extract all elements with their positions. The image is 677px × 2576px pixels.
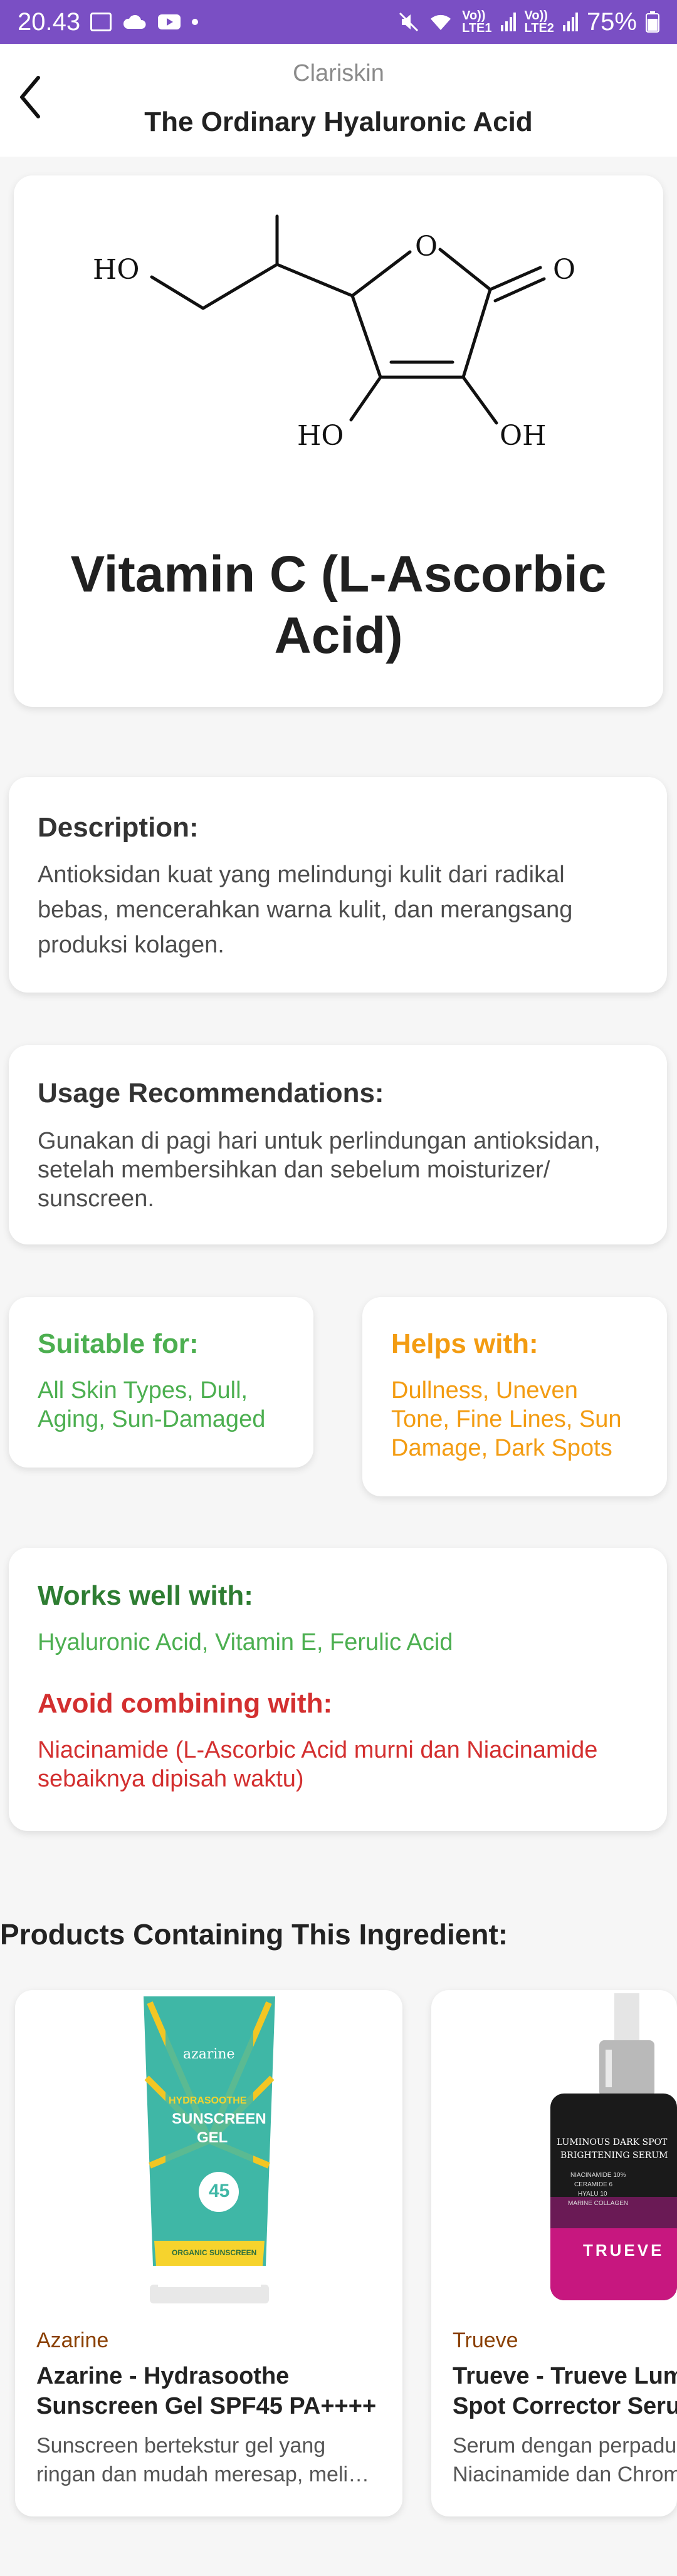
product-brand: Azarine <box>36 2328 109 2352</box>
serum-ing2: CERAMIDE 6 <box>574 2181 613 2188</box>
description-heading: Description: <box>38 812 199 843</box>
helps-card: Helps with: Dullness, Uneven Tone, Fine … <box>362 1297 667 1496</box>
serum-ing4: MARINE COLLAGEN <box>568 2200 629 2207</box>
tube-line1: HYDRASOOTHE <box>169 2095 247 2106</box>
tube-logo: azarine <box>183 2047 235 2062</box>
product-desc-line2: Niacinamide dan Chrom <box>453 2463 677 2486</box>
usage-heading: Usage Recommendations: <box>38 1078 384 1108</box>
suitable-heading: Suitable for: <box>38 1328 199 1359</box>
status-time: 20.43 <box>18 8 81 36</box>
helps-heading: Helps with: <box>391 1328 538 1359</box>
product-card-trueve[interactable]: LUMINOUS DARK SPOT BRIGHTENING SERUM NIA… <box>431 1990 677 2516</box>
product-name-line2: Sunscreen Gel SPF45 PA++++ <box>36 2393 377 2419</box>
product-card-azarine[interactable]: azarine HYDRASOOTHE SUNSCREEN GEL 45 ORG… <box>15 1990 402 2516</box>
battery-icon <box>646 11 659 33</box>
molecule-structure-diagram <box>150 214 546 425</box>
suitable-card: Suitable for: All Skin Types, Dull, Agin… <box>9 1297 313 1468</box>
suitable-text: All Skin Types, Dull, Aging, Sun-Damaged <box>38 1377 266 1432</box>
works-well-heading: Works well with: <box>38 1580 253 1611</box>
app-header: Clariskin The Ordinary Hyaluronic Acid <box>0 44 677 157</box>
ingredient-name: Vitamin C (L-Ascorbic Acid) <box>70 546 607 664</box>
youtube-icon <box>158 14 181 29</box>
description-text: Antioksidan kuat yang melindungi kulit d… <box>38 862 573 958</box>
structure-label-ho-bottom: HO <box>297 420 344 452</box>
product-image-trueve: LUMINOUS DARK SPOT BRIGHTENING SERUM NIA… <box>431 1990 677 2316</box>
product-desc-line1: Sunscreen bertekstur gel yang <box>36 2434 326 2458</box>
page-title: The Ordinary Hyaluronic Acid <box>144 107 533 137</box>
usage-card: Usage Recommendations: Gunakan di pagi h… <box>9 1045 667 1244</box>
structure-label-o-carbonyl: O <box>553 254 576 286</box>
serum-logo: TRUEVE <box>583 2241 664 2260</box>
tube-spf: 45 <box>209 2181 230 2201</box>
sunscreen-tube-image <box>144 1996 275 2303</box>
tube-line3: GEL <box>197 2129 228 2146</box>
status-bar: 20.43 Vo)) LTE1 Vo)) LTE2 75% <box>0 0 677 44</box>
header-brand: Clariskin <box>293 60 384 86</box>
product-name-line2: Spot Corrector Serum <box>453 2393 677 2419</box>
avoid-heading: Avoid combining with: <box>38 1688 333 1719</box>
product-name: Azarine - Hydrasoothe Sunscreen Gel SPF4… <box>36 2361 387 2421</box>
usage-text: Gunakan di pagi hari untuk perlindungan … <box>38 1128 601 1212</box>
battery-percent: 75% <box>586 8 637 36</box>
sim1-label: Vo)) LTE1 <box>462 9 492 35</box>
gallery-icon <box>90 13 112 31</box>
sim2-label: Vo)) LTE2 <box>524 9 554 35</box>
signal1-icon <box>500 13 516 31</box>
works-well-text: Hyaluronic Acid, Vitamin E, Ferulic Acid <box>38 1629 453 1656</box>
tube-line2: SUNSCREEN <box>172 2110 266 2127</box>
avoid-text: Niacinamide (L-Ascorbic Acid murni dan N… <box>38 1737 598 1792</box>
product-name-line1: Azarine - Hydrasoothe <box>36 2363 290 2389</box>
product-description: Sunscreen bertekstur gel yang ringan dan… <box>36 2431 375 2489</box>
cloud-icon <box>123 14 146 29</box>
structure-label-oh-bottom: OH <box>500 420 547 452</box>
serum-ing1: NIACINAMIDE 10% <box>570 2172 626 2179</box>
product-name-line1: Trueve - Trueve Lum <box>453 2363 677 2389</box>
tube-bottom: ORGANIC SUNSCREEN <box>172 2248 257 2257</box>
structure-label-ho-left: HO <box>93 254 140 286</box>
signal2-icon <box>562 13 578 31</box>
combinations-card: Works well with: Hyaluronic Acid, Vitami… <box>9 1548 667 1831</box>
helps-text: Dullness, Uneven Tone, Fine Lines, Sun D… <box>391 1377 622 1461</box>
serum-ing3: HYALU 10 <box>578 2191 607 2198</box>
product-name: Trueve - Trueve Lum Spot Corrector Serum <box>453 2361 677 2421</box>
product-image-azarine: azarine HYDRASOOTHE SUNSCREEN GEL 45 ORG… <box>15 1990 402 2316</box>
serum-line1: LUMINOUS DARK SPOT <box>557 2137 668 2147</box>
product-description: Serum dengan perpadu Niacinamide dan Chr… <box>453 2431 677 2489</box>
description-card: Description: Antioksidan kuat yang melin… <box>9 777 667 993</box>
wifi-icon <box>431 14 451 30</box>
product-desc-line1: Serum dengan perpadu <box>453 2434 677 2458</box>
serum-line2: BRIGHTENING SERUM <box>560 2151 668 2161</box>
product-brand: Trueve <box>453 2328 518 2352</box>
mute-icon <box>399 12 419 32</box>
notification-dot-icon <box>192 19 199 25</box>
products-heading: Products Containing This Ingredient: <box>0 1918 508 1951</box>
structure-label-o-ring: O <box>415 231 438 263</box>
product-desc-line2: ringan dan mudah meresap, melin... <box>36 2463 375 2486</box>
ingredient-hero-card: HO O O HO OH Vitamin C (L-Ascorbic Acid) <box>14 175 663 707</box>
